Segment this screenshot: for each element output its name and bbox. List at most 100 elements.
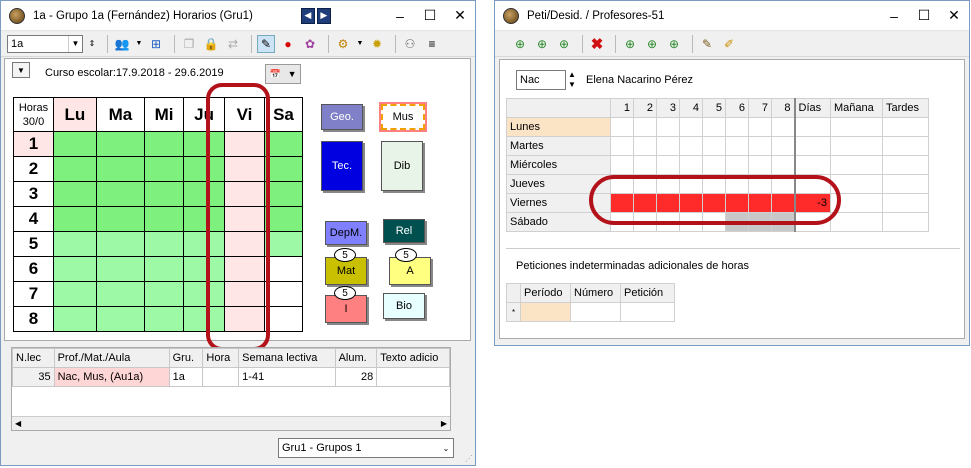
chip-geo[interactable]: Geo. [321, 104, 363, 130]
teacher-spin-icon[interactable]: ▲ ▼ [568, 70, 576, 90]
slot-cell[interactable] [95, 281, 146, 307]
close-button[interactable]: ✕ [445, 2, 475, 30]
request-cell[interactable] [679, 117, 703, 137]
request-cell[interactable] [702, 117, 726, 137]
minimize-button[interactable]: – [385, 2, 415, 30]
day-row[interactable]: Martes [506, 136, 929, 156]
day-header-lu[interactable]: Lu [53, 97, 97, 132]
number-cell[interactable] [570, 302, 621, 322]
calendar-button[interactable]: 📅 ▼ [265, 64, 301, 84]
col-header[interactable]: Texto adicio [376, 348, 450, 368]
slot-cell[interactable] [53, 231, 97, 257]
class-select[interactable]: 1a ▼ [7, 34, 83, 53]
teacher-code-input[interactable]: Nac [516, 70, 566, 90]
request-cell[interactable] [882, 136, 929, 156]
slot-cell[interactable] [144, 306, 185, 332]
request-cell[interactable] [610, 155, 634, 175]
slot-cell[interactable] [264, 131, 303, 157]
horizontal-scrollbar[interactable]: ◀ ▶ [12, 416, 450, 430]
minimize-button[interactable]: – [879, 2, 909, 30]
request-cell[interactable] [771, 136, 795, 156]
slot-cell[interactable] [53, 156, 97, 182]
chip-mus[interactable]: Mus [379, 102, 427, 132]
spin-updown-icon[interactable]: ⇕ [86, 35, 98, 53]
slot-cell[interactable] [95, 206, 146, 232]
cell[interactable] [376, 367, 450, 387]
slot-cell[interactable] [53, 281, 97, 307]
request-cell[interactable] [748, 117, 772, 137]
day-header-mi[interactable]: Mi [144, 97, 185, 132]
options-dropdown-button[interactable]: ▼ [12, 62, 30, 78]
swap-icon[interactable]: ⇄ [224, 35, 242, 53]
cell[interactable]: 1a [168, 367, 204, 387]
slot-cell[interactable] [144, 181, 185, 207]
request-cell[interactable] [702, 155, 726, 175]
new-row[interactable]: * [506, 302, 675, 322]
slot-cell[interactable] [95, 231, 146, 257]
dropdown-arrow-icon[interactable]: ▼ [135, 35, 143, 53]
add-row-icon[interactable]: ⊕ [511, 35, 529, 53]
col-header[interactable]: Prof./Mat./Aula [53, 348, 170, 368]
request-cell[interactable] [830, 212, 883, 232]
request-cell[interactable] [882, 193, 929, 213]
slot-cell[interactable] [95, 156, 146, 182]
slot-cell[interactable] [53, 131, 97, 157]
request-cell[interactable] [725, 155, 749, 175]
col-header[interactable]: Número [570, 283, 621, 303]
request-cell[interactable] [620, 302, 675, 322]
col-header[interactable]: Hora [202, 348, 240, 368]
request-cell[interactable] [748, 155, 772, 175]
slot-cell[interactable] [144, 231, 185, 257]
day-row[interactable]: Miércoles [506, 155, 929, 175]
col-header[interactable]: Semana lectiva [238, 348, 336, 368]
chip-dib[interactable]: Dib [381, 141, 423, 191]
request-cell[interactable] [656, 155, 680, 175]
insert-row-icon[interactable]: ⊕ [665, 35, 683, 53]
request-cell[interactable] [679, 136, 703, 156]
slot-cell[interactable] [264, 256, 303, 282]
table-row[interactable]: 35 Nac, Mus, (Au1a) 1a 1-41 28 [12, 367, 450, 387]
binoculars-icon[interactable]: ⚇ [401, 35, 419, 53]
grid-icon[interactable]: ⊞ [147, 35, 165, 53]
request-cell[interactable] [882, 212, 929, 232]
cell[interactable]: 1-41 [238, 367, 336, 387]
request-cell[interactable] [771, 117, 795, 137]
maximize-button[interactable]: ☐ [909, 2, 939, 30]
slot-cell[interactable] [144, 206, 185, 232]
request-cell[interactable] [793, 136, 831, 156]
slot-cell[interactable] [95, 181, 146, 207]
request-cell[interactable] [830, 136, 883, 156]
slot-cell[interactable] [53, 306, 97, 332]
slot-cell[interactable] [264, 306, 303, 332]
slot-cell[interactable] [264, 156, 303, 182]
edit-pencil-icon[interactable]: ✎ [257, 34, 275, 53]
slot-cell[interactable] [144, 156, 185, 182]
day-header-ma[interactable]: Ma [95, 97, 146, 132]
highlight-icon[interactable]: ✐ [720, 35, 738, 53]
cell[interactable]: Nac, Mus, (Au1a) [53, 367, 170, 387]
colors-icon[interactable]: ✿ [301, 35, 319, 53]
slot-cell[interactable] [95, 306, 146, 332]
slot-cell[interactable] [95, 256, 146, 282]
request-cell[interactable] [725, 136, 749, 156]
chip-depm[interactable]: DepM. [325, 221, 367, 245]
request-cell[interactable] [702, 136, 726, 156]
insert-row-icon[interactable]: ⊕ [643, 35, 661, 53]
request-cell[interactable] [725, 117, 749, 137]
request-cell[interactable] [882, 155, 929, 175]
lock-icon[interactable]: 🔒 [202, 35, 220, 53]
request-cell[interactable] [610, 117, 634, 137]
col-header[interactable]: Alum. [334, 348, 378, 368]
slot-cell[interactable] [53, 206, 97, 232]
request-cell[interactable] [830, 155, 883, 175]
scroll-left-icon[interactable]: ◀ [15, 419, 21, 428]
request-cell[interactable] [633, 155, 657, 175]
col-header[interactable]: Período [520, 283, 571, 303]
request-cell[interactable] [771, 155, 795, 175]
settings-icon[interactable]: ⚙ [334, 35, 352, 53]
day-row[interactable]: Lunes [506, 117, 929, 137]
period-cell[interactable] [520, 302, 571, 322]
insert-row-icon[interactable]: ⊕ [621, 35, 639, 53]
slot-cell[interactable] [144, 256, 185, 282]
cell[interactable]: 35 [12, 367, 55, 387]
